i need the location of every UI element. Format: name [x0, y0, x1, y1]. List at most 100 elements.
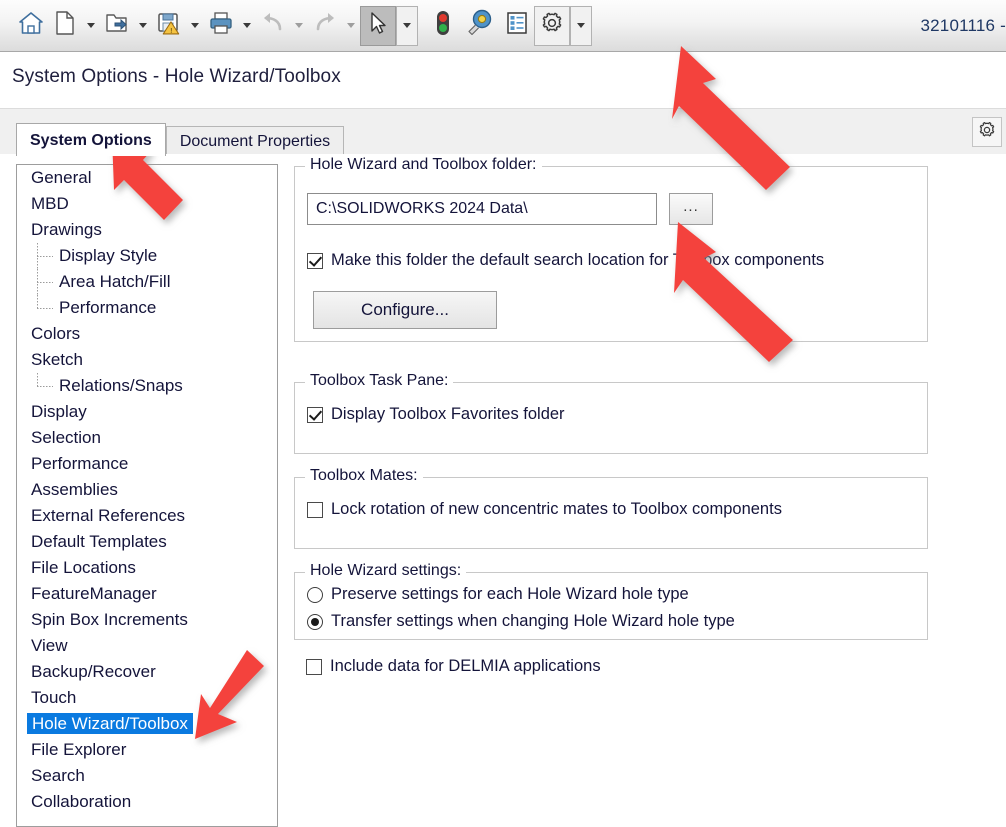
toolbox-folder-path-input[interactable]	[307, 193, 657, 225]
sidebar-item-external-references[interactable]: External References	[17, 503, 277, 529]
display-favorites-checkbox-row[interactable]: Display Toolbox Favorites folder	[307, 405, 565, 424]
tab-list: System Options Document Properties	[16, 123, 345, 156]
sidebar-item-label: FeatureManager	[31, 584, 157, 603]
sidebar-item-collaboration[interactable]: Collaboration	[17, 789, 277, 815]
toolbar-document-label: 32101116 -	[920, 15, 1006, 35]
sidebar-item-display[interactable]: Display	[17, 399, 277, 425]
tab-system-options[interactable]: System Options	[16, 123, 166, 156]
sidebar-item-label: Area Hatch/Fill	[59, 272, 171, 291]
configure-button[interactable]: Configure...	[313, 291, 497, 329]
sidebar-item-label: File Explorer	[31, 740, 127, 759]
toolbox-task-pane-legend: Toolbox Task Pane:	[305, 372, 454, 390]
new-document-icon	[54, 10, 76, 41]
undo-button[interactable]	[256, 7, 290, 45]
save-warning-icon: !	[156, 10, 182, 41]
options-gear-icon	[539, 10, 565, 41]
sidebar-item-label: Assemblies	[31, 480, 118, 499]
sidebar-item-featuremanager[interactable]: FeatureManager	[17, 581, 277, 607]
sidebar-item-label: View	[31, 636, 68, 655]
sidebar-item-performance[interactable]: Performance	[17, 295, 277, 321]
delmia-checkbox[interactable]	[306, 658, 322, 675]
new-document-dropdown[interactable]	[82, 7, 100, 45]
open-folder-icon	[104, 10, 130, 41]
sidebar-item-spin-box-increments[interactable]: Spin Box Increments	[17, 607, 277, 633]
toolbar-button-group: !	[0, 0, 592, 51]
sidebar-item-performance[interactable]: Performance	[17, 451, 277, 477]
svg-text:!: !	[170, 28, 172, 35]
sidebar-item-view[interactable]: View	[17, 633, 277, 659]
sidebar-item-label: External References	[31, 506, 186, 525]
traffic-light-icon	[434, 9, 452, 42]
sidebar-item-label: Collaboration	[31, 792, 132, 811]
sidebar-item-label: Performance	[59, 298, 157, 317]
print-button[interactable]	[204, 7, 238, 45]
sidebar-item-default-templates[interactable]: Default Templates	[17, 529, 277, 555]
save-button[interactable]: !	[152, 7, 186, 45]
sidebar-item-label: Hole Wizard/Toolbox	[27, 713, 193, 734]
delmia-checkbox-row[interactable]: Include data for DELMIA applications	[306, 657, 601, 676]
new-document-button[interactable]	[48, 7, 82, 45]
sidebar-item-selection[interactable]: Selection	[17, 425, 277, 451]
sidebar-item-colors[interactable]: Colors	[17, 321, 277, 347]
transfer-settings-label: Transfer settings when changing Hole Wiz…	[331, 612, 735, 630]
default-search-location-label: Make this folder the default search loca…	[331, 251, 825, 269]
display-favorites-checkbox[interactable]	[307, 406, 323, 423]
chevron-down-icon	[577, 23, 585, 28]
tree-connector-icon	[35, 295, 57, 321]
rebuild-button[interactable]	[426, 7, 460, 45]
lock-rotation-checkbox[interactable]	[307, 501, 323, 518]
preserve-settings-label: Preserve settings for each Hole Wizard h…	[331, 585, 689, 603]
transfer-settings-radio[interactable]	[307, 613, 323, 630]
lock-rotation-checkbox-row[interactable]: Lock rotation of new concentric mates to…	[307, 500, 782, 519]
browse-button[interactable]: ...	[669, 193, 713, 225]
tab-strip: System Options Document Properties	[0, 108, 1006, 156]
chevron-down-icon	[347, 23, 355, 28]
tree-connector-icon	[35, 269, 57, 295]
sidebar-item-file-explorer[interactable]: File Explorer	[17, 737, 277, 763]
open-button[interactable]	[100, 7, 134, 45]
hole-wizard-folder-group: Hole Wizard and Toolbox folder: ... Make…	[294, 156, 928, 342]
preserve-settings-radio-row[interactable]: Preserve settings for each Hole Wizard h…	[307, 585, 689, 604]
default-search-location-checkbox[interactable]	[307, 252, 323, 269]
chevron-down-icon	[139, 23, 147, 28]
sidebar-item-general[interactable]: General	[17, 165, 277, 191]
redo-button[interactable]	[308, 7, 342, 45]
sidebar-item-file-locations[interactable]: File Locations	[17, 555, 277, 581]
undo-dropdown[interactable]	[290, 7, 308, 45]
sidebar-item-label: Colors	[31, 324, 81, 343]
sidebar-item-sketch[interactable]: Sketch	[17, 347, 277, 373]
sidebar-item-backup-recover[interactable]: Backup/Recover	[17, 659, 277, 685]
sidebar-item-touch[interactable]: Touch	[17, 685, 277, 711]
sidebar-item-mbd[interactable]: MBD	[17, 191, 277, 217]
preserve-settings-radio[interactable]	[307, 586, 323, 603]
options-button[interactable]	[534, 5, 570, 46]
measure-button[interactable]	[460, 7, 500, 45]
print-dropdown[interactable]	[238, 7, 256, 45]
sidebar-item-label: File Locations	[31, 558, 136, 577]
file-properties-button[interactable]	[500, 7, 534, 45]
sidebar-item-drawings[interactable]: Drawings	[17, 217, 277, 243]
sidebar-item-label: Display Style	[59, 246, 158, 265]
sidebar-item-relations-snaps[interactable]: Relations/Snaps	[17, 373, 277, 399]
tab-document-properties[interactable]: Document Properties	[165, 126, 345, 156]
save-dropdown[interactable]	[186, 7, 204, 45]
toolbox-task-pane-group: Toolbox Task Pane: Display Toolbox Favor…	[294, 372, 928, 454]
sidebar-item-search[interactable]: Search	[17, 763, 277, 789]
default-search-location-checkbox-row[interactable]: Make this folder the default search loca…	[307, 251, 824, 270]
sidebar-item-label: General	[31, 168, 92, 187]
select-dropdown[interactable]	[396, 5, 418, 46]
chevron-down-icon	[191, 23, 199, 28]
options-category-list[interactable]: General MBD Drawings Display Style Area Hatc…	[16, 164, 278, 827]
options-dropdown[interactable]	[570, 5, 592, 46]
sidebar-item-area-hatch-fill[interactable]: Area Hatch/Fill	[17, 269, 277, 295]
hole-wizard-folder-legend: Hole Wizard and Toolbox folder:	[305, 156, 542, 174]
open-dropdown[interactable]	[134, 7, 152, 45]
select-button[interactable]	[360, 5, 396, 46]
transfer-settings-radio-row[interactable]: Transfer settings when changing Hole Wiz…	[307, 612, 735, 631]
settings-gear-button[interactable]	[972, 117, 1002, 147]
home-button[interactable]	[14, 7, 48, 45]
sidebar-item-display-style[interactable]: Display Style	[17, 243, 277, 269]
sidebar-item-hole-wizard-toolbox[interactable]: Hole Wizard/Toolbox	[17, 711, 277, 737]
sidebar-item-assemblies[interactable]: Assemblies	[17, 477, 277, 503]
redo-dropdown[interactable]	[342, 7, 360, 45]
